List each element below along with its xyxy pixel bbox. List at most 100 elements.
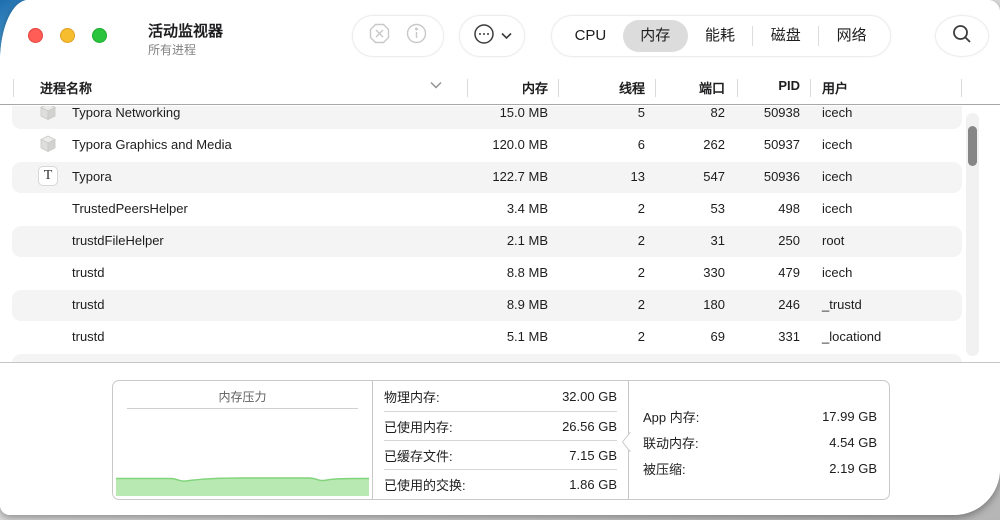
user-cell: icech bbox=[822, 265, 853, 280]
user-cell: icech bbox=[822, 201, 853, 216]
sort-chevron-down-icon[interactable] bbox=[430, 78, 442, 92]
stat-row: 联动内存: 4.54 GB bbox=[643, 429, 877, 455]
memory-cell: 122.7 MB bbox=[492, 169, 548, 184]
tab-disk[interactable]: 磁盘 bbox=[753, 20, 818, 52]
memory-pressure-section: 内存压力 bbox=[113, 381, 372, 499]
search-button[interactable] bbox=[935, 15, 989, 57]
stat-label: App 内存: bbox=[643, 409, 700, 425]
process-table: Typora Networking 15.0 MB 5 82 50938 icech Typ… bbox=[0, 106, 1000, 362]
column-header-ports[interactable]: 端口 bbox=[699, 78, 725, 97]
stat-value: 1.86 GB bbox=[569, 477, 617, 492]
process-name-cell: trustdFileHelper bbox=[72, 233, 164, 248]
memory-cell: 120.0 MB bbox=[492, 137, 548, 152]
ports-cell: 53 bbox=[710, 201, 725, 216]
threads-cell: 2 bbox=[637, 297, 645, 312]
process-name-cell: Typora Networking bbox=[72, 106, 181, 120]
column-header-threads[interactable]: 线程 bbox=[619, 78, 645, 97]
process-name-cell: trustd bbox=[72, 297, 105, 312]
stat-value: 17.99 GB bbox=[822, 408, 877, 424]
user-cell: icech bbox=[822, 169, 853, 184]
threads-cell: 6 bbox=[637, 137, 645, 152]
stat-row: 已使用的交换: 1.86 GB bbox=[384, 470, 617, 499]
pid-cell: 50938 bbox=[763, 106, 800, 120]
pid-cell: 246 bbox=[778, 297, 800, 312]
zoom-button[interactable] bbox=[92, 28, 107, 43]
toolbar: 活动监视器 所有进程 CPU 内存 能耗 磁盘 网络 bbox=[0, 0, 1000, 70]
view-segmented-control: CPU 内存 能耗 磁盘 网络 bbox=[551, 15, 891, 57]
tab-memory[interactable]: 内存 bbox=[622, 20, 688, 52]
user-cell: _locationd bbox=[822, 329, 882, 344]
table-row[interactable]: Typora Networking 15.0 MB 5 82 50938 icech bbox=[0, 106, 1000, 129]
column-divider bbox=[961, 79, 962, 97]
pid-cell: 50936 bbox=[763, 169, 800, 184]
table-row[interactable]: T Typora 122.7 MB 13 547 50936 icech bbox=[0, 161, 1000, 193]
memory-cell: 8.8 MB bbox=[506, 265, 548, 280]
stat-row: 被压缩: 2.19 GB bbox=[643, 455, 877, 481]
table-row-partial[interactable] bbox=[0, 353, 1000, 362]
stat-label: 已使用的交换: bbox=[384, 478, 466, 493]
search-icon bbox=[951, 23, 973, 50]
stat-label: 物理内存: bbox=[384, 390, 440, 405]
process-name-cell: trustd bbox=[72, 265, 105, 280]
column-header-user[interactable]: 用户 bbox=[822, 78, 848, 97]
tab-energy[interactable]: 能耗 bbox=[688, 20, 753, 52]
table-rows: Typora Networking 15.0 MB 5 82 50938 icech Typ… bbox=[0, 106, 1000, 362]
ports-cell: 31 bbox=[710, 233, 725, 248]
column-header-memory[interactable]: 内存 bbox=[522, 78, 548, 97]
memory-pressure-title: 内存压力 bbox=[218, 390, 267, 404]
extension-cube-icon bbox=[38, 106, 60, 124]
column-divider bbox=[810, 79, 811, 97]
stat-value: 2.19 GB bbox=[829, 460, 877, 476]
stat-label: 已使用内存: bbox=[384, 420, 453, 435]
stat-label: 被压缩: bbox=[643, 461, 686, 477]
minimize-button[interactable] bbox=[60, 28, 75, 43]
stop-process-icon[interactable] bbox=[368, 22, 391, 50]
ports-cell: 330 bbox=[703, 265, 725, 280]
process-name-cell: TrustedPeersHelper bbox=[72, 201, 188, 216]
stat-row: 物理内存: 32.00 GB bbox=[384, 382, 617, 411]
more-options-button[interactable] bbox=[459, 15, 525, 57]
table-row[interactable]: trustd 5.1 MB 2 69 331 _locationd bbox=[0, 321, 1000, 353]
memory-cell: 15.0 MB bbox=[499, 106, 548, 120]
column-divider bbox=[467, 79, 468, 97]
table-header: 进程名称 内存 线程 端口 PID 用户 bbox=[0, 70, 1000, 105]
activity-monitor-window: 活动监视器 所有进程 CPU 内存 能耗 磁盘 网络 进程名称 内存 线程 端口… bbox=[0, 0, 1000, 515]
tab-cpu[interactable]: CPU bbox=[558, 20, 623, 52]
ellipsis-circle-icon bbox=[472, 22, 496, 51]
process-action-group bbox=[352, 15, 444, 57]
inspect-process-icon[interactable] bbox=[405, 22, 428, 50]
table-row[interactable]: TrustedPeersHelper 3.4 MB 2 53 498 icech bbox=[0, 193, 1000, 225]
typora-app-icon: T bbox=[38, 166, 60, 188]
pid-cell: 50937 bbox=[763, 137, 800, 152]
scrollbar-track[interactable] bbox=[966, 113, 979, 356]
ports-cell: 262 bbox=[703, 137, 725, 152]
stat-value: 7.15 GB bbox=[569, 448, 617, 463]
user-cell: root bbox=[822, 233, 845, 248]
pid-cell: 479 bbox=[778, 265, 800, 280]
table-row[interactable]: Typora Graphics and Media 120.0 MB 6 262 509… bbox=[0, 129, 1000, 161]
threads-cell: 2 bbox=[637, 201, 645, 216]
column-header-process-name[interactable]: 进程名称 bbox=[40, 78, 92, 97]
table-row[interactable]: trustdFileHelper 2.1 MB 2 31 250 root bbox=[0, 225, 1000, 257]
stat-label: 已缓存文件: bbox=[384, 449, 453, 464]
column-divider bbox=[737, 79, 738, 97]
ports-cell: 82 bbox=[710, 106, 725, 120]
table-row[interactable]: trustd 8.8 MB 2 330 479 icech bbox=[0, 257, 1000, 289]
close-button[interactable] bbox=[28, 28, 43, 43]
memory-cell: 5.1 MB bbox=[506, 329, 548, 344]
memory-totals-section: 物理内存: 32.00 GB 已使用内存: 26.56 GB 已缓存文件: 7.15 … bbox=[373, 381, 628, 499]
threads-cell: 2 bbox=[637, 233, 645, 248]
scrollbar-thumb[interactable] bbox=[968, 126, 977, 166]
process-name-cell: Typora bbox=[72, 169, 112, 184]
stat-value: 26.56 GB bbox=[562, 419, 617, 434]
ports-cell: 69 bbox=[710, 329, 725, 344]
memory-cell: 8.9 MB bbox=[506, 297, 548, 312]
column-divider bbox=[558, 79, 559, 97]
column-header-pid[interactable]: PID bbox=[778, 78, 800, 93]
window-title: 活动监视器 bbox=[148, 23, 224, 40]
user-cell: icech bbox=[822, 106, 853, 120]
pid-cell: 250 bbox=[778, 233, 800, 248]
table-row[interactable]: trustd 8.9 MB 2 180 246 _trustd bbox=[0, 289, 1000, 321]
tab-network[interactable]: 网络 bbox=[819, 20, 884, 52]
stat-label: 联动内存: bbox=[643, 435, 699, 451]
